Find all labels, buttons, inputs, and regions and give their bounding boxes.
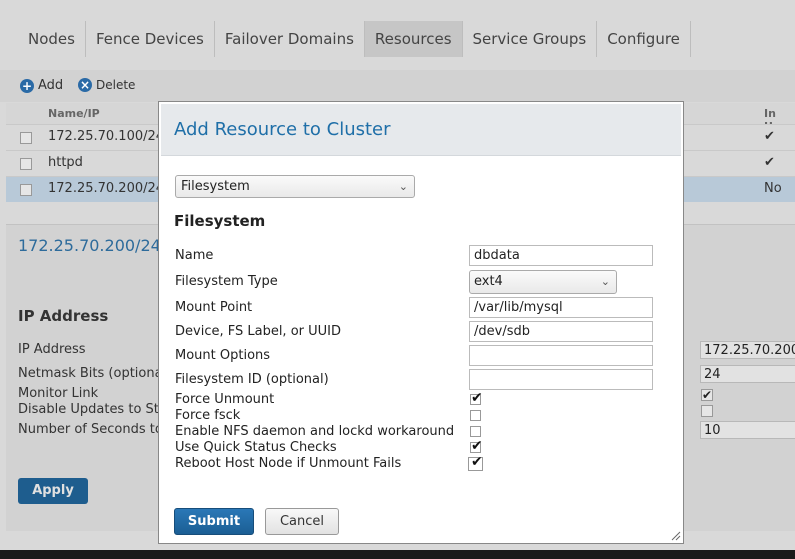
name-label: Name bbox=[175, 248, 214, 263]
force-unmount-checkbox[interactable]: ✔ bbox=[470, 390, 483, 406]
name-input[interactable]: dbdata bbox=[469, 245, 653, 266]
fsid-input[interactable] bbox=[469, 369, 653, 390]
resource-toolbar: + Add × Delete bbox=[0, 70, 795, 102]
add-label: Add bbox=[38, 78, 64, 93]
resize-handle-icon[interactable] bbox=[669, 529, 681, 541]
mount-point-label: Mount Point bbox=[175, 300, 253, 315]
cancel-button[interactable]: Cancel bbox=[265, 508, 339, 535]
mount-options-label: Mount Options bbox=[175, 348, 271, 363]
sleep-seconds-input[interactable]: 10 bbox=[700, 421, 795, 439]
tab-fence-devices[interactable]: Fence Devices bbox=[86, 21, 215, 57]
device-input[interactable]: /dev/sdb bbox=[469, 321, 653, 342]
in-use-value: No bbox=[764, 181, 782, 196]
delete-label: Delete bbox=[96, 78, 136, 92]
row-name[interactable]: 172.25.70.100/24 bbox=[48, 129, 164, 144]
mount-options-input[interactable] bbox=[469, 345, 653, 366]
netmask-input[interactable]: 24 bbox=[700, 365, 795, 383]
nav-tabs: Nodes Fence Devices Failover Domains Res… bbox=[18, 21, 691, 57]
chevron-down-icon: ⌄ bbox=[600, 275, 610, 288]
ip-address-input[interactable]: 172.25.70.200 bbox=[700, 341, 795, 359]
disable-updates-checkbox[interactable] bbox=[701, 405, 713, 417]
fstype-label: Filesystem Type bbox=[175, 274, 278, 289]
row-name[interactable]: httpd bbox=[48, 155, 83, 170]
tab-nodes[interactable]: Nodes bbox=[18, 21, 86, 57]
monitor-link-label: Monitor Link bbox=[18, 386, 99, 401]
add-button[interactable]: + Add bbox=[20, 78, 63, 93]
tab-service-groups[interactable]: Service Groups bbox=[463, 21, 598, 57]
tab-configure[interactable]: Configure bbox=[597, 21, 691, 57]
plus-circle-icon: + bbox=[20, 78, 34, 93]
quick-status-label: Use Quick Status Checks bbox=[175, 440, 337, 455]
submit-button[interactable]: Submit bbox=[174, 508, 254, 535]
fstype-select[interactable]: ext4 ⌄ bbox=[469, 270, 617, 294]
dialog-title: Add Resource to Cluster bbox=[174, 119, 391, 140]
delete-button[interactable]: × Delete bbox=[78, 78, 135, 92]
col-name-ip: Name/IP bbox=[48, 107, 100, 120]
nfs-workaround-checkbox[interactable] bbox=[470, 426, 481, 437]
apply-button[interactable]: Apply bbox=[18, 478, 88, 504]
fstype-value: ext4 bbox=[474, 274, 503, 289]
add-resource-dialog: Add Resource to Cluster Filesystem ⌄ Fil… bbox=[158, 101, 684, 544]
force-fsck-checkbox[interactable] bbox=[470, 410, 481, 421]
panel-title: 172.25.70.200/24 bbox=[18, 236, 161, 255]
x-circle-icon: × bbox=[78, 78, 92, 92]
fsid-label: Filesystem ID (optional) bbox=[175, 372, 329, 387]
row-checkbox[interactable] bbox=[20, 158, 32, 170]
check-icon: ✔ bbox=[764, 129, 775, 144]
force-unmount-label: Force Unmount bbox=[175, 392, 275, 407]
check-icon: ✔ bbox=[471, 438, 483, 454]
panel-section-title: IP Address bbox=[18, 307, 109, 325]
ip-address-label: IP Address bbox=[18, 342, 86, 357]
bottom-bar bbox=[0, 550, 795, 559]
row-checkbox[interactable] bbox=[20, 184, 32, 196]
quick-status-checkbox[interactable]: ✔ bbox=[470, 438, 483, 454]
resource-type-value: Filesystem bbox=[181, 179, 250, 194]
tab-failover-domains[interactable]: Failover Domains bbox=[215, 21, 365, 57]
row-name[interactable]: 172.25.70.200/24 bbox=[48, 181, 164, 196]
section-title: Filesystem bbox=[174, 212, 266, 230]
check-icon: ✔ bbox=[471, 390, 483, 406]
check-icon: ✔ bbox=[471, 454, 483, 470]
device-label: Device, FS Label, or UUID bbox=[175, 324, 341, 339]
force-fsck-label: Force fsck bbox=[175, 408, 241, 423]
chevron-down-icon: ⌄ bbox=[398, 180, 408, 193]
reboot-host-label: Reboot Host Node if Unmount Fails bbox=[175, 456, 402, 471]
nfs-workaround-label: Enable NFS daemon and lockd workaround bbox=[175, 424, 455, 439]
resource-type-select[interactable]: Filesystem ⌄ bbox=[175, 175, 415, 198]
check-icon: ✔ bbox=[764, 155, 775, 170]
tab-resources[interactable]: Resources bbox=[364, 21, 463, 57]
row-checkbox[interactable] bbox=[20, 132, 32, 144]
mount-point-input[interactable]: /var/lib/mysql bbox=[469, 297, 653, 318]
dialog-header: Add Resource to Cluster bbox=[161, 104, 681, 156]
netmask-label: Netmask Bits (optional) bbox=[18, 366, 172, 381]
reboot-host-checkbox[interactable]: ✔ bbox=[468, 454, 483, 471]
monitor-link-checkbox[interactable]: ✔ bbox=[701, 389, 713, 401]
